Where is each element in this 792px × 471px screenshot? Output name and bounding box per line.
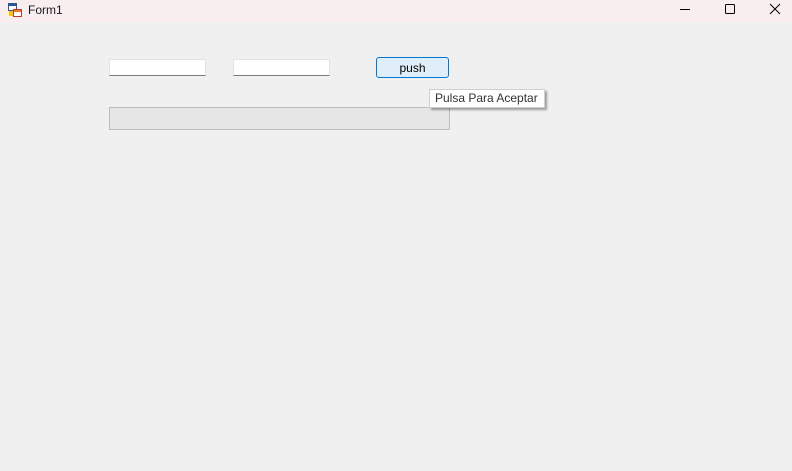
maximize-button[interactable] bbox=[708, 0, 752, 22]
push-button-label: push bbox=[399, 60, 426, 75]
winforms-app-icon bbox=[8, 3, 22, 17]
window-title: Form1 bbox=[28, 3, 63, 17]
minimize-button[interactable] bbox=[663, 0, 707, 22]
minimize-icon bbox=[679, 2, 691, 20]
close-button[interactable] bbox=[753, 0, 792, 22]
maximize-icon bbox=[724, 2, 736, 20]
textbox-2[interactable] bbox=[233, 59, 330, 76]
close-icon bbox=[769, 2, 781, 20]
textbox-1[interactable] bbox=[109, 59, 206, 76]
push-button-tooltip: Pulsa Para Aceptar bbox=[429, 89, 545, 108]
form1-window: Form1 push Pulsa Para Aceptar bbox=[0, 0, 792, 471]
title-bar[interactable]: Form1 bbox=[0, 0, 792, 22]
push-button[interactable]: push bbox=[376, 57, 449, 78]
progress-bar bbox=[109, 107, 450, 130]
